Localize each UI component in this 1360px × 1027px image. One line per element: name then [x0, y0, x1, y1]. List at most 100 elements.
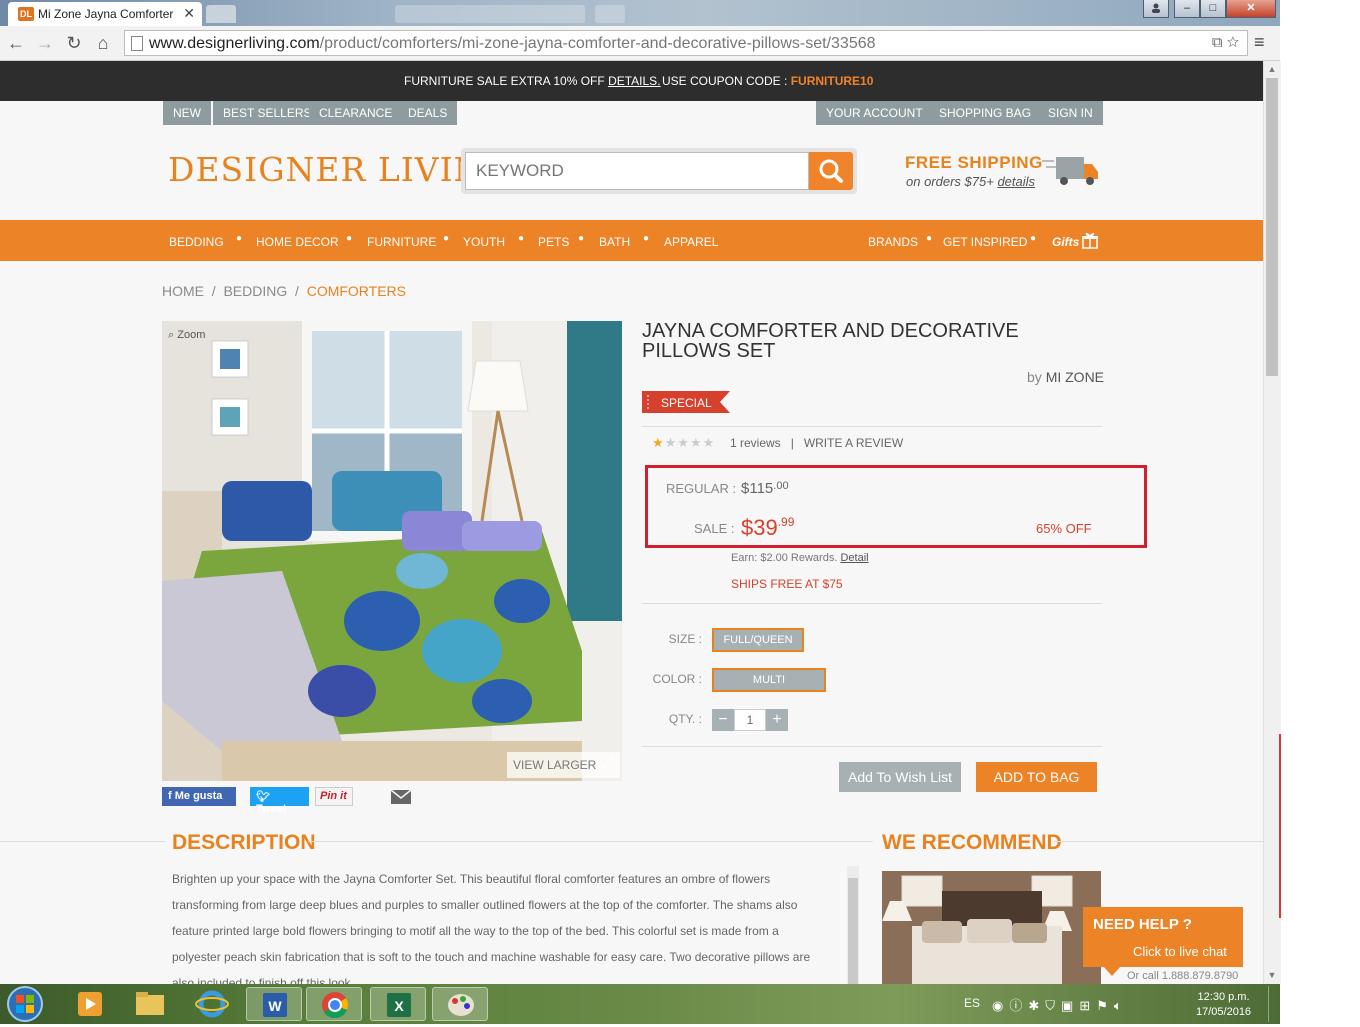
live-chat-link[interactable]: Click to live chat [1133, 944, 1227, 959]
recommended-bedroom-photo [882, 871, 1101, 984]
rating-stars[interactable]: ★★★★★ [652, 435, 715, 451]
cat-furniture[interactable]: FURNITURE [367, 235, 436, 249]
taskbar-explorer-icon[interactable] [122, 987, 178, 1021]
facebook-icon: f [168, 790, 172, 802]
sale-price-main: $39 [741, 515, 778, 540]
volume-icon[interactable]: 🔈︎ [1114, 998, 1128, 1013]
add-to-bag-button[interactable]: ADD TO BAG [976, 762, 1097, 792]
search-input[interactable] [465, 152, 809, 190]
taskbar-paint-icon[interactable] [432, 987, 488, 1021]
brand-link[interactable]: MI ZONE [1046, 369, 1104, 385]
browser-menu-icon[interactable]: ≡ [1254, 32, 1265, 53]
translate-icon[interactable]: ⧉ [1212, 34, 1223, 51]
browser-tab[interactable]: DL Mi Zone Jayna Comforter ✕ [8, 2, 202, 26]
minimize-button[interactable]: – [1174, 0, 1200, 18]
breadcrumb-home[interactable]: HOME [162, 283, 204, 299]
start-button[interactable] [4, 985, 46, 1023]
description-scroll-thumb[interactable] [848, 878, 858, 984]
write-review-link[interactable]: WRITE A REVIEW [804, 436, 903, 450]
color-option[interactable]: MULTI [712, 668, 826, 692]
back-arrow-icon[interactable]: ← [5, 32, 27, 54]
separator-dot: ● [926, 233, 933, 244]
qty-increase-button[interactable]: + [766, 709, 788, 731]
qty-decrease-button[interactable]: − [712, 709, 734, 731]
page-scroll-thumb[interactable] [1266, 78, 1278, 376]
size-option[interactable]: FULL/QUEEN [712, 628, 804, 652]
maximize-button[interactable]: □ [1200, 0, 1226, 18]
recommended-product-image[interactable] [882, 871, 1101, 984]
network-globe-icon[interactable]: ◉ [992, 998, 1009, 1013]
shield-icon[interactable]: ⛉ [1045, 998, 1061, 1013]
close-window-button[interactable]: ✕ [1226, 0, 1276, 18]
description-text: Brighten up your space with the Jayna Co… [172, 872, 811, 990]
email-icon[interactable] [390, 789, 412, 805]
tray-app-icon[interactable]: ✱ [1028, 998, 1045, 1013]
nav-your-account[interactable]: YOUR ACCOUNT [816, 101, 933, 125]
tray-app-icon[interactable]: ▣ [1061, 998, 1079, 1013]
nav-shopping-bag[interactable]: SHOPPING BAG [929, 101, 1042, 125]
clock-date: 17/05/2016 [1196, 1006, 1252, 1018]
nav-best-sellers[interactable]: BEST SELLERS [213, 101, 322, 125]
cat-get-inspired[interactable]: GET INSPIRED [943, 235, 1027, 249]
qty-input[interactable] [734, 709, 766, 731]
product-image[interactable] [162, 321, 622, 781]
nav-deals[interactable]: DEALS [398, 101, 458, 125]
regular-price: $115.00 [741, 480, 789, 497]
show-desktop-button[interactable] [1268, 986, 1279, 1022]
nav-new[interactable]: NEW [163, 101, 211, 125]
breadcrumb-bedding[interactable]: BEDDING [223, 283, 287, 299]
rewards-detail-link[interactable]: Detail [840, 552, 868, 564]
taskbar-media-player-icon[interactable] [62, 987, 118, 1021]
network-icon[interactable]: ⊞ [1079, 998, 1096, 1013]
cat-bath[interactable]: BATH [599, 235, 630, 249]
nav-clearance[interactable]: CLEARANCE [309, 101, 403, 125]
promo-details-link[interactable]: DETAILS. [608, 74, 660, 88]
taskbar-excel-icon[interactable]: X [370, 987, 426, 1021]
cat-home-decor[interactable]: HOME DECOR [256, 235, 339, 249]
cat-youth[interactable]: YOUTH [463, 235, 505, 249]
tweet-button[interactable]: 🐦︎ Tweet [250, 787, 309, 815]
flag-icon[interactable]: ⚑ [1096, 998, 1114, 1013]
cat-apparel[interactable]: APPAREL [664, 235, 718, 249]
taskbar-ie-icon[interactable] [184, 987, 240, 1021]
system-tray-icons[interactable]: ◉ⓘ✱⛉▣⊞⚑🔈︎ [992, 995, 1128, 1014]
taskbar-chrome-icon[interactable] [306, 987, 362, 1021]
info-icon[interactable]: ⓘ [1009, 998, 1028, 1013]
close-tab-icon[interactable]: ✕ [183, 5, 195, 22]
nav-sign-in[interactable]: SIGN IN [1038, 101, 1103, 125]
regular-price-label: REGULAR : [666, 481, 737, 496]
svg-text:W: W [268, 998, 282, 1014]
input-language[interactable]: ES [964, 996, 980, 1010]
reviews-count-link[interactable]: 1 reviews [730, 436, 781, 450]
user-profile-icon[interactable] [1143, 0, 1169, 18]
zoom-hint[interactable]: ⌕ Zoom [168, 329, 205, 342]
scroll-up-icon[interactable]: ▲ [1266, 64, 1278, 74]
address-bar[interactable]: www.designerliving.com/product/comforter… [124, 30, 1248, 56]
view-larger-button[interactable]: VIEW LARGER ⤢ [507, 752, 620, 778]
forward-arrow-icon[interactable]: → [34, 32, 56, 54]
shipping-details-link[interactable]: details [997, 174, 1035, 189]
divider [0, 841, 165, 842]
cat-pets[interactable]: PETS [538, 235, 569, 249]
reload-icon[interactable]: ↻ [63, 32, 85, 54]
taskbar-word-icon[interactable]: W [246, 987, 302, 1021]
magnifier-icon: ⌕ [168, 329, 175, 341]
new-tab-button[interactable] [206, 5, 236, 23]
cat-brands[interactable]: BRANDS [868, 235, 918, 249]
breadcrumb-comforters[interactable]: COMFORTERS [307, 283, 406, 299]
reviews-area: 1 reviews | WRITE A REVIEW [730, 436, 904, 450]
add-to-wishlist-button[interactable]: Add To Wish List [839, 762, 961, 792]
taskbar-clock[interactable]: 12:30 p.m. 17/05/2016 [1196, 990, 1251, 1020]
rewards-line: Earn: $2.00 Rewards. Detail [731, 552, 869, 564]
cat-gifts[interactable]: Gifts [1052, 235, 1079, 249]
scroll-down-icon[interactable]: ▼ [1266, 970, 1278, 980]
bookmark-star-icon[interactable]: ☆ [1227, 34, 1239, 51]
site-logo[interactable]: DESIGNER LIVING [168, 150, 511, 189]
home-icon[interactable]: ⌂ [92, 32, 114, 54]
facebook-like-button[interactable]: f Me gusta [162, 787, 236, 806]
promo-sale-text: FURNITURE SALE EXTRA 10% OFF [404, 74, 605, 88]
cat-bedding[interactable]: BEDDING [169, 235, 224, 249]
search-button[interactable] [809, 152, 853, 190]
live-chat-widget[interactable]: NEED HELP ? Click to live chat [1083, 907, 1243, 967]
pinterest-button[interactable]: Pin it [315, 787, 353, 806]
